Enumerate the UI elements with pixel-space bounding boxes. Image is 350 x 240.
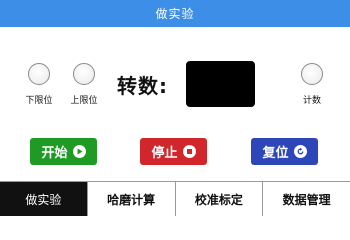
stop-button[interactable]: 停止: [140, 138, 207, 165]
bottom-tab-bar: 做实验 哈磨计算 校准标定 数据管理: [0, 181, 350, 216]
start-button-label: 开始: [41, 146, 68, 161]
count-label: 计数: [302, 96, 321, 106]
speed-label: 转数:: [117, 74, 168, 98]
tab-data-management[interactable]: 数据管理: [262, 182, 350, 216]
stop-icon: [182, 145, 196, 158]
start-button[interactable]: 开始: [30, 138, 97, 165]
upper-limit-indicator: [73, 63, 95, 85]
tab-experiment[interactable]: 做实验: [0, 182, 87, 216]
reset-icon: [293, 145, 307, 158]
reset-button-label: 复位: [262, 146, 289, 161]
count-indicator: [301, 63, 323, 85]
lower-limit-indicator: [28, 63, 50, 85]
window-title: 做实验: [155, 7, 195, 21]
play-icon: [72, 145, 86, 158]
lower-limit-label: 下限位: [25, 96, 53, 106]
upper-limit-label: 上限位: [70, 96, 98, 106]
tab-calibration[interactable]: 校准标定: [174, 182, 263, 216]
stop-button-label: 停止: [151, 146, 178, 161]
tab-grinding-calc[interactable]: 哈磨计算: [86, 182, 175, 216]
speed-display: [186, 61, 255, 107]
window-title-bar: 做实验: [0, 0, 350, 27]
reset-button[interactable]: 复位: [251, 138, 318, 165]
